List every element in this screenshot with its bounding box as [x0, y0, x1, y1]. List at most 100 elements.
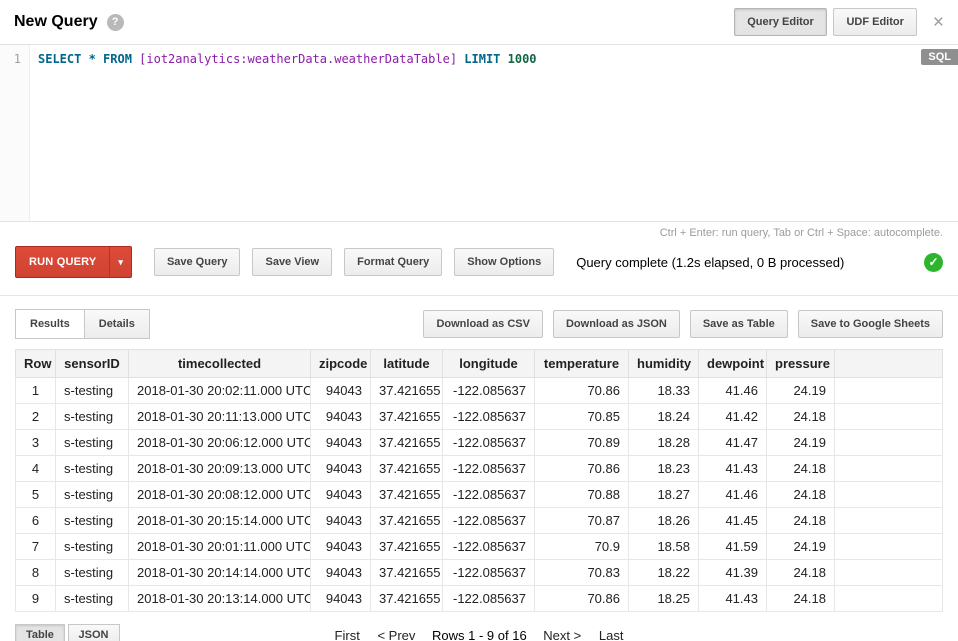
table-cell: -122.085637 [443, 430, 535, 456]
page-title: New Query [14, 13, 98, 31]
table-cell: -122.085637 [443, 560, 535, 586]
save-as-table-button[interactable]: Save as Table [690, 310, 788, 338]
close-icon[interactable]: × [933, 13, 944, 32]
table-row: 1s-testing2018-01-30 20:02:11.000 UTC940… [16, 378, 943, 404]
table-cell: 70.83 [535, 560, 629, 586]
table-cell [835, 508, 943, 534]
column-header-latitude: latitude [371, 350, 443, 378]
column-header-longitude: longitude [443, 350, 535, 378]
table-cell: 37.421655 [371, 508, 443, 534]
pagination-last-link[interactable]: Last [599, 628, 624, 641]
query-editor: 1 SELECT * FROM [iot2analytics:weatherDa… [0, 44, 958, 222]
table-cell: 70.87 [535, 508, 629, 534]
caret-down-icon: ▾ [118, 257, 123, 268]
table-cell: 9 [16, 586, 56, 612]
download-csv-button[interactable]: Download as CSV [423, 310, 543, 338]
json-view-toggle[interactable]: JSON [68, 624, 120, 641]
table-cell: 2018-01-30 20:14:14.000 UTC [129, 560, 311, 586]
sql-token-keyword: SELECT [38, 52, 89, 66]
save-to-sheets-button[interactable]: Save to Google Sheets [798, 310, 943, 338]
result-tabs: Results Details [15, 309, 150, 339]
query-editor-input[interactable]: SELECT * FROM [iot2analytics:weatherData… [30, 45, 958, 221]
table-cell: 94043 [311, 482, 371, 508]
table-cell: 41.46 [699, 482, 767, 508]
sql-token-table-ref: [iot2analytics:weatherData.weatherDataTa… [139, 52, 457, 66]
table-cell: 41.45 [699, 508, 767, 534]
table-cell: 6 [16, 508, 56, 534]
table-cell: 2018-01-30 20:11:13.000 UTC [129, 404, 311, 430]
table-cell: 37.421655 [371, 456, 443, 482]
show-options-button[interactable]: Show Options [454, 248, 554, 276]
pagination-first-link[interactable]: First [335, 628, 360, 641]
download-json-button[interactable]: Download as JSON [553, 310, 680, 338]
top-actions: Query Editor UDF Editor × [734, 8, 944, 36]
table-cell [835, 482, 943, 508]
table-cell [835, 404, 943, 430]
table-cell: 41.43 [699, 456, 767, 482]
table-cell: 24.18 [767, 404, 835, 430]
table-cell: -122.085637 [443, 586, 535, 612]
toolbar: RUN QUERY ▾ Save Query Save View Format … [0, 246, 958, 278]
table-cell: 70.88 [535, 482, 629, 508]
sql-token-star: * [89, 52, 103, 66]
table-cell: 18.23 [629, 456, 699, 482]
column-header-zipcode: zipcode [311, 350, 371, 378]
table-cell: 41.59 [699, 534, 767, 560]
table-cell: 70.86 [535, 586, 629, 612]
table-cell: s-testing [56, 586, 129, 612]
save-view-button[interactable]: Save View [252, 248, 332, 276]
table-cell: 37.421655 [371, 378, 443, 404]
table-cell: -122.085637 [443, 404, 535, 430]
table-cell: -122.085637 [443, 534, 535, 560]
run-query-button[interactable]: RUN QUERY ▾ [15, 246, 132, 278]
save-query-button[interactable]: Save Query [154, 248, 241, 276]
results-footer: Table JSON First < Prev Rows 1 - 9 of 16… [0, 624, 958, 641]
run-query-label: RUN QUERY [16, 247, 109, 277]
table-cell: -122.085637 [443, 456, 535, 482]
table-row: 7s-testing2018-01-30 20:01:11.000 UTC940… [16, 534, 943, 560]
view-toggle: Table JSON [15, 624, 120, 641]
table-row: 3s-testing2018-01-30 20:06:12.000 UTC940… [16, 430, 943, 456]
table-cell: 7 [16, 534, 56, 560]
result-actions: Download as CSV Download as JSON Save as… [423, 310, 943, 338]
table-cell: 1 [16, 378, 56, 404]
table-cell [835, 586, 943, 612]
pagination-next-link[interactable]: Next > [543, 628, 581, 641]
tab-results[interactable]: Results [15, 309, 85, 339]
pagination-prev-link[interactable]: < Prev [377, 628, 415, 641]
table-cell: 41.43 [699, 586, 767, 612]
tab-details[interactable]: Details [85, 309, 150, 339]
table-cell: s-testing [56, 404, 129, 430]
results-table-header-row: RowsensorIDtimecollectedzipcodelatitudel… [16, 350, 943, 378]
table-cell: 94043 [311, 534, 371, 560]
table-cell: 18.27 [629, 482, 699, 508]
run-query-dropdown[interactable]: ▾ [109, 247, 131, 277]
query-status-text: Query complete (1.2s elapsed, 0 B proces… [576, 255, 844, 270]
table-cell: 18.28 [629, 430, 699, 456]
table-row: 4s-testing2018-01-30 20:09:13.000 UTC940… [16, 456, 943, 482]
table-cell: 41.47 [699, 430, 767, 456]
top-bar: New Query ? Query Editor UDF Editor × [0, 0, 958, 44]
column-header-temperature: temperature [535, 350, 629, 378]
table-cell: 70.86 [535, 378, 629, 404]
tab-udf-editor[interactable]: UDF Editor [833, 8, 916, 36]
tab-query-editor[interactable]: Query Editor [734, 8, 827, 36]
table-view-toggle[interactable]: Table [15, 624, 65, 641]
table-cell: 2018-01-30 20:15:14.000 UTC [129, 508, 311, 534]
pagination: First < Prev Rows 1 - 9 of 16 Next > Las… [0, 624, 958, 641]
table-cell: 18.33 [629, 378, 699, 404]
sql-token-keyword: FROM [103, 52, 139, 66]
table-cell: 18.24 [629, 404, 699, 430]
table-cell [835, 430, 943, 456]
sql-dialect-badge: SQL [921, 49, 958, 65]
table-cell: 18.22 [629, 560, 699, 586]
table-cell: 94043 [311, 404, 371, 430]
help-icon[interactable]: ? [107, 14, 124, 31]
sql-token-number: 1000 [508, 52, 537, 66]
pagination-range-label: Rows 1 - 9 of 16 [432, 628, 527, 641]
table-cell: 94043 [311, 560, 371, 586]
table-cell: -122.085637 [443, 482, 535, 508]
table-cell: 5 [16, 482, 56, 508]
format-query-button[interactable]: Format Query [344, 248, 442, 276]
table-cell: 70.89 [535, 430, 629, 456]
